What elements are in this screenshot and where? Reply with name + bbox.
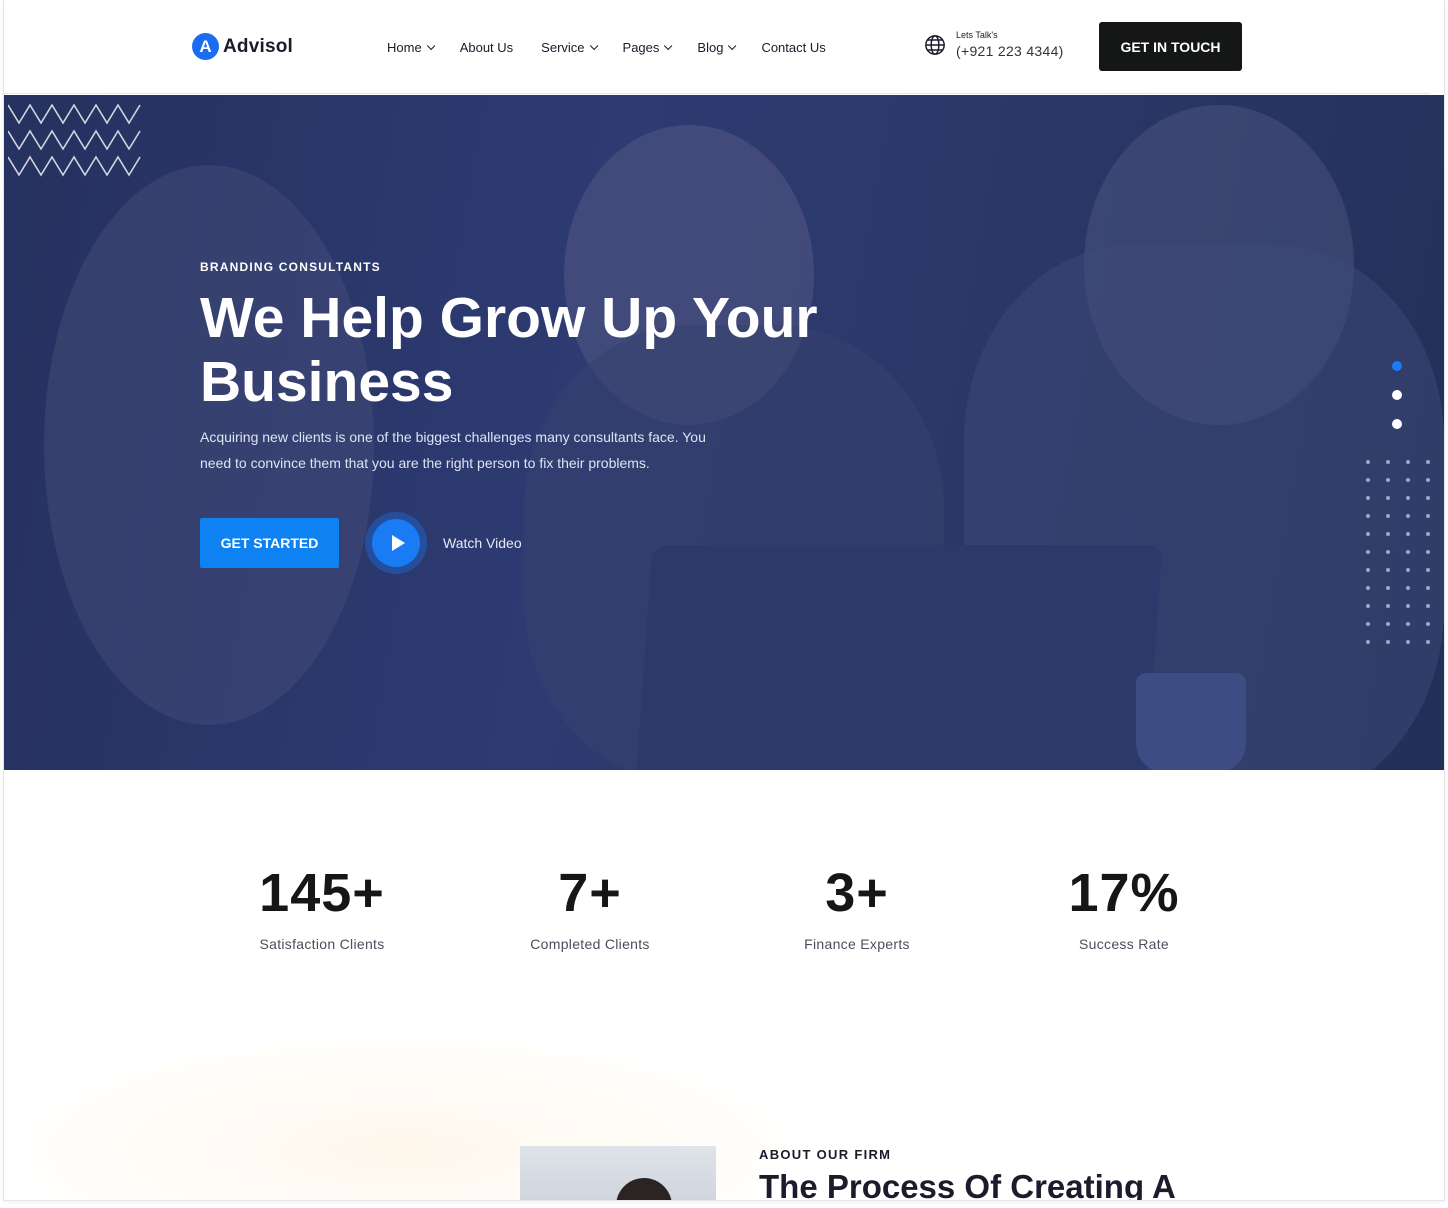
chevron-down-icon bbox=[426, 41, 436, 50]
dot-grid-pattern-icon bbox=[1366, 460, 1430, 644]
hero-actions: GET STARTED Watch Video bbox=[200, 512, 900, 574]
nav-item-pages[interactable]: Pages bbox=[622, 40, 673, 55]
hero-content: BRANDING CONSULTANTS We Help Grow Up You… bbox=[200, 260, 900, 574]
stat-label: Satisfaction Clients bbox=[259, 936, 385, 952]
nav-item-label: Service bbox=[541, 40, 585, 55]
about-title: The Process Of Creating A bbox=[759, 1168, 1176, 1200]
get-in-touch-button[interactable]: GET IN TOUCH bbox=[1099, 22, 1242, 71]
stat-item: 7+ Completed Clients bbox=[480, 862, 700, 952]
play-button-inner bbox=[372, 519, 420, 567]
logo-text: Advisol bbox=[223, 35, 294, 57]
stat-label: Success Rate bbox=[1079, 936, 1169, 952]
slider-pagination bbox=[1392, 361, 1402, 429]
about-eyebrow: ABOUT OUR FIRM bbox=[759, 1147, 892, 1162]
hero-section: BRANDING CONSULTANTS We Help Grow Up You… bbox=[4, 95, 1444, 770]
logo[interactable]: A Advisol bbox=[192, 33, 293, 60]
nav-item-blog[interactable]: Blog bbox=[697, 40, 737, 55]
nav-item-label: Pages bbox=[622, 40, 660, 55]
hero-photo-mug bbox=[1136, 673, 1246, 770]
get-started-button[interactable]: GET STARTED bbox=[200, 518, 339, 568]
browser-page: A Advisol Home About Us Service Pages Bl… bbox=[4, 0, 1444, 1200]
nav-item-about-us[interactable]: About Us bbox=[460, 40, 513, 55]
chevron-down-icon bbox=[664, 41, 673, 50]
stat-value: 145+ bbox=[259, 863, 385, 923]
stat-label: Finance Experts bbox=[804, 936, 910, 952]
stat-value: 17% bbox=[1068, 863, 1180, 923]
stat-value: 3+ bbox=[825, 863, 889, 923]
slider-dot-3[interactable] bbox=[1392, 419, 1402, 429]
stat-item: 17% Success Rate bbox=[1014, 862, 1234, 952]
stat-item: 3+ Finance Experts bbox=[747, 862, 967, 952]
slider-dot-2[interactable] bbox=[1392, 390, 1402, 400]
nav-item-service[interactable]: Service bbox=[541, 40, 598, 55]
nav-item-home[interactable]: Home bbox=[387, 40, 436, 55]
slider-dot-1[interactable] bbox=[1392, 361, 1402, 371]
contact-info[interactable]: Lets Talk's (+921 223 4344) bbox=[924, 30, 1064, 59]
hero-title: We Help Grow Up Your Business bbox=[200, 286, 818, 414]
play-video-button[interactable] bbox=[365, 512, 427, 574]
nav-item-label: Contact Us bbox=[761, 40, 826, 55]
play-icon bbox=[391, 535, 405, 551]
nav-item-label: Home bbox=[387, 40, 422, 55]
watch-video-link[interactable]: Watch Video bbox=[443, 535, 522, 551]
stat-item: 145+ Satisfaction Clients bbox=[212, 862, 432, 952]
stat-label: Completed Clients bbox=[530, 936, 650, 952]
contact-phone[interactable]: (+921 223 4344) bbox=[956, 43, 1064, 59]
chevron-down-icon bbox=[728, 41, 737, 50]
chevron-down-icon bbox=[589, 41, 598, 50]
stat-value: 7+ bbox=[558, 863, 622, 923]
stats-section: 145+ Satisfaction Clients 7+ Completed C… bbox=[4, 770, 1444, 1040]
zigzag-pattern-icon bbox=[8, 103, 141, 177]
contact-label: Lets Talk's bbox=[956, 30, 998, 40]
main-nav: Home About Us Service Pages Blog Contact… bbox=[387, 40, 854, 55]
hero-eyebrow: BRANDING CONSULTANTS bbox=[200, 260, 381, 274]
globe-icon bbox=[925, 34, 945, 55]
about-image-person bbox=[616, 1178, 672, 1200]
site-header: A Advisol Home About Us Service Pages Bl… bbox=[4, 0, 1430, 94]
logo-mark: A bbox=[192, 33, 219, 60]
about-section: ABOUT OUR FIRM The Process Of Creating A bbox=[4, 1040, 1444, 1200]
hero-photo-laptop bbox=[635, 545, 1163, 770]
nav-item-contact-us[interactable]: Contact Us bbox=[761, 40, 825, 55]
about-image bbox=[520, 1146, 716, 1200]
hero-description: Acquiring new clients is one of the bigg… bbox=[200, 429, 706, 471]
nav-item-label: Blog bbox=[697, 40, 724, 55]
nav-item-label: About Us bbox=[459, 40, 514, 55]
contact-text: Lets Talk's (+921 223 4344) bbox=[956, 30, 1064, 59]
